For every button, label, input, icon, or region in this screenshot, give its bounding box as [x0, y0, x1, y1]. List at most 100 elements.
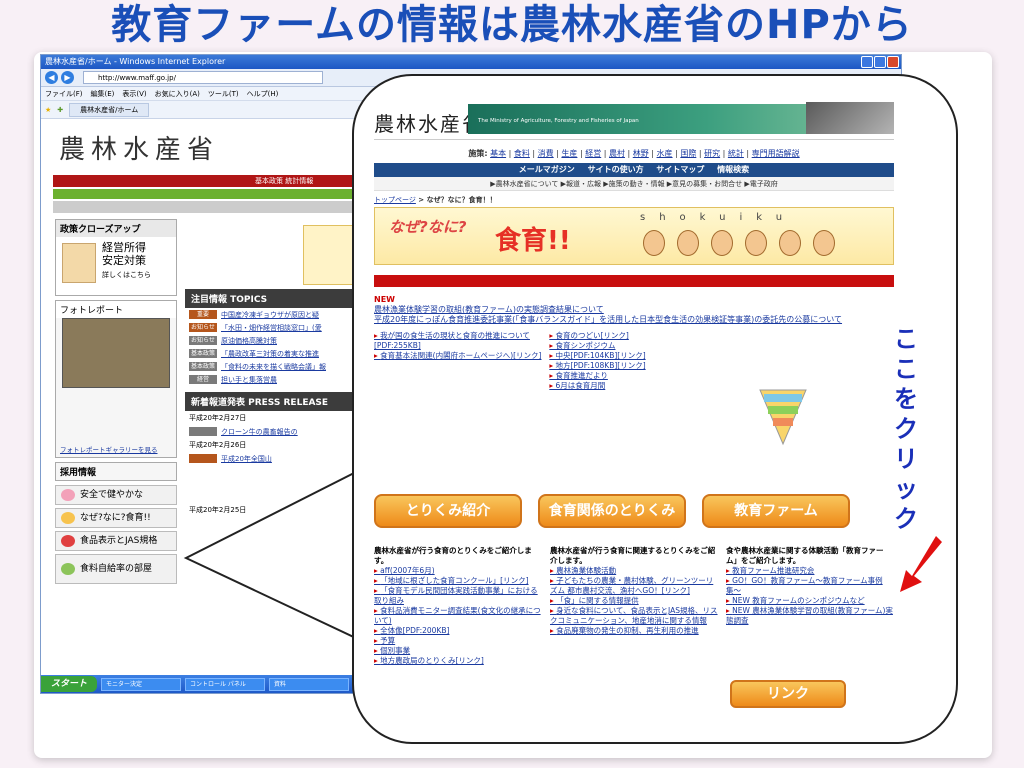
news-tag	[189, 427, 217, 436]
link-item[interactable]: 地方[PDF:108KB][リンク]	[549, 361, 718, 371]
menu-edit[interactable]: 編集(E)	[91, 87, 115, 100]
link-item[interactable]: 身近な食料について、食品表示とJAS規格、リスクコミュニケーション、地産地消に関…	[550, 606, 718, 626]
site-usage-link[interactable]: サイトの使い方	[588, 165, 644, 174]
topic-link[interactable]: 「水田・畑作経営相談窓口」(愛	[221, 323, 322, 333]
policy-closeup-box[interactable]: 政策クローズアップ 経営所得 安定対策 詳しくはこちら	[55, 219, 177, 296]
news-link-2[interactable]: 平成20年全国山	[221, 454, 272, 464]
add-favorite-icon[interactable]: ✚	[57, 106, 63, 114]
nav-link[interactable]: 消費	[538, 149, 554, 158]
menu-favorites[interactable]: お気に入り(A)	[155, 87, 200, 100]
photo-gallery-link[interactable]: フォトレポートギャラリーを見る	[56, 444, 176, 457]
topic-tag: 基本政策	[189, 362, 217, 371]
closeup-line2: 安定対策	[102, 254, 146, 267]
recruit-box[interactable]: 採用情報	[55, 462, 177, 481]
link-item[interactable]: 農林漁業体験活動	[550, 566, 718, 576]
link-item[interactable]: 食育基本法関連(内閣府ホームページへ)[リンク]	[374, 351, 543, 361]
nav-link[interactable]: 研究	[704, 149, 720, 158]
news-link-tender[interactable]: 平成20年度にっぽん食育推進委託事業(「食事バランスガイド」を活用した日本型食生…	[374, 315, 894, 325]
breadcrumb-top-link[interactable]: トップページ	[374, 196, 416, 204]
mail-magazine-link[interactable]: メールマガジン	[519, 165, 575, 174]
forward-button[interactable]: ▶	[61, 71, 74, 84]
header-photo	[806, 102, 894, 134]
maximize-button[interactable]	[874, 56, 886, 68]
taskbar-item-2[interactable]: コントロール パネル	[185, 677, 266, 691]
side-button-food-self-sufficiency[interactable]: 食料自給率の部屋	[55, 554, 177, 584]
side-button-shokuiku[interactable]: なぜ?なに?食育!!	[55, 508, 177, 528]
side-button-jas[interactable]: 食品表示とJAS規格	[55, 531, 177, 551]
slide-title: 教育ファームの情報は農林水産省のHPから	[111, 2, 913, 48]
link-item[interactable]: 食品廃棄物の発生の抑制、再生利用の推進	[550, 626, 718, 636]
nav-link[interactable]: 統計	[728, 149, 744, 158]
link-item[interactable]: 「食」に関する情報提供	[550, 596, 718, 606]
zoom-header: 農林水産省 The Ministry of Agriculture, Fores…	[374, 96, 894, 140]
torikumi-button[interactable]: とりくみ紹介	[374, 494, 522, 528]
link-item[interactable]: 中央[PDF:104KB][リンク]	[549, 351, 718, 361]
link-item[interactable]: 「食育モデル民間団体実践活動事業」における取り組み	[374, 586, 542, 606]
info-search-link[interactable]: 情報検索	[717, 165, 749, 174]
link-item[interactable]: 地方農政局のとりくみ[リンク]	[374, 656, 542, 666]
family-icon	[61, 512, 75, 524]
side-button-safety[interactable]: 安全で健やかな	[55, 485, 177, 505]
menu-file[interactable]: ファイル(F)	[45, 87, 83, 100]
sitemap-link[interactable]: サイトマップ	[656, 165, 704, 174]
info-column-1: 我が国の食生活の現状と食育の推進について[PDF:255KB]食育基本法関連(内…	[374, 331, 543, 391]
nav-link[interactable]: 林野	[633, 149, 649, 158]
taskbar-item-3[interactable]: 資料	[269, 677, 350, 691]
news-link-1[interactable]: クローン牛の農畜報告の	[221, 427, 298, 437]
link-item[interactable]: GO！GO！教育ファーム〜教育ファーム事例集〜	[726, 576, 894, 596]
closeup-more-link[interactable]: 詳しくはこちら	[102, 269, 170, 282]
topic-link[interactable]: 中国産冷凍ギョウザが原因と疑	[221, 310, 319, 320]
topic-link[interactable]: 「農政改革三対策の着実な推進	[221, 349, 319, 359]
news-link-education-farm[interactable]: 農林漁業体験学習の取組(教育ファーム)の実態調査結果について	[374, 305, 894, 315]
menu-tools[interactable]: ツール(T)	[208, 87, 239, 100]
nav-link[interactable]: 生産	[561, 149, 577, 158]
link-item[interactable]: 子どもたちの農業・農村体験、グリーンツーリズム 都市農村交流、漁村へGO！[リン…	[550, 576, 718, 596]
link-item[interactable]: NEW 教育ファームのシンポジウムなど	[726, 596, 894, 606]
news-block: NEW 農林漁業体験学習の取組(教育ファーム)の実態調査結果について 平成20年…	[374, 295, 894, 325]
education-farm-button[interactable]: 教育ファーム	[702, 494, 850, 528]
nav-link[interactable]: 経営	[585, 149, 601, 158]
nav-link[interactable]: 基本	[490, 149, 506, 158]
link-item[interactable]: 食育シンポジウム	[549, 341, 718, 351]
address-input[interactable]: http://www.maff.go.jp/	[83, 71, 323, 84]
link-item[interactable]: NEW 農林漁業体験学習の取組(教育ファーム)実態調査	[726, 606, 894, 626]
info-column-2: 食育のつどい[リンク]食育シンポジウム中央[PDF:104KB][リンク]地方[…	[549, 331, 718, 391]
link-item[interactable]: 6月は食育月間	[549, 381, 718, 391]
link-button[interactable]: リンク	[730, 680, 846, 708]
link-item[interactable]: 全体像[PDF:200KB]	[374, 626, 542, 636]
link-item[interactable]: aff(2007年6月)	[374, 566, 542, 576]
shokuiku-banner: なぜ?なに? 食育!! shokuiku	[374, 207, 894, 265]
link-item: 農林水産省が行う食育のとりくみをご紹介します。	[374, 546, 532, 565]
site-english-name: The Ministry of Agriculture, Forestry an…	[478, 118, 639, 124]
close-button[interactable]	[887, 56, 899, 68]
taskbar-item-1[interactable]: モニター決定	[101, 677, 182, 691]
link-item[interactable]: 個別事業	[374, 646, 542, 656]
link-item[interactable]: 食料品消費モニター調査結果(食文化の継承について)	[374, 606, 542, 626]
topic-link[interactable]: 原油価格高騰対策	[221, 336, 277, 346]
minimize-button[interactable]	[861, 56, 873, 68]
link-item[interactable]: 食育推進だより	[549, 371, 718, 381]
topic-link[interactable]: 担い手と集落営農	[221, 375, 277, 385]
red-nav-labels[interactable]: 基本政策 統計情報	[255, 175, 313, 187]
sub-nav[interactable]: ▶農林水産省について ▶報道・広報 ▶施策の動き・情報 ▶意見の募集・お問合せ …	[374, 177, 894, 191]
photo-report-image[interactable]	[62, 318, 170, 388]
back-button[interactable]: ◀	[45, 71, 58, 84]
nav-link[interactable]: 水産	[657, 149, 673, 158]
topic-tag: 重要	[189, 310, 217, 319]
nav-link[interactable]: 専門用語解説	[752, 149, 800, 158]
nav-link[interactable]: 農村	[609, 149, 625, 158]
related-torikumi-button[interactable]: 食育関係のとりくみ	[538, 494, 686, 528]
favorites-star-icon[interactable]: ★	[45, 106, 51, 114]
browser-tab[interactable]: 農林水産省/ホーム	[69, 102, 150, 117]
link-item[interactable]: 「地域に根ざした食育コンクール」[リンク]	[374, 576, 542, 586]
start-button[interactable]: スタート	[41, 676, 98, 692]
link-item[interactable]: 我が国の食生活の現状と食育の推進について[PDF:255KB]	[374, 331, 543, 351]
topic-link[interactable]: 「食料の未来を描く戦略会議」報	[221, 362, 326, 372]
nav-link[interactable]: 国際	[680, 149, 696, 158]
link-item[interactable]: 教育ファーム推進研究会	[726, 566, 894, 576]
nav-link[interactable]: 食料	[514, 149, 530, 158]
menu-help[interactable]: ヘルプ(H)	[247, 87, 279, 100]
link-item[interactable]: 予算	[374, 636, 542, 646]
menu-view[interactable]: 表示(V)	[122, 87, 146, 100]
link-item[interactable]: 食育のつどい[リンク]	[549, 331, 718, 341]
